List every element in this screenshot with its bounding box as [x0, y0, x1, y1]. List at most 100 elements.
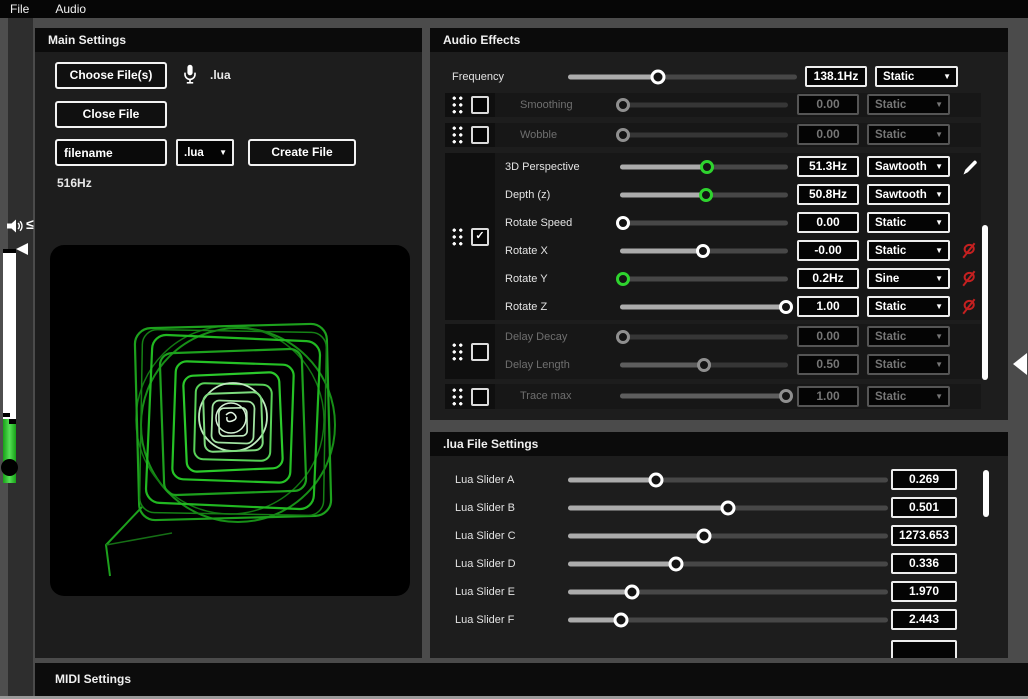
- effect-type-select[interactable]: Static ▼: [867, 326, 950, 347]
- midi-settings-panel[interactable]: MIDI Settings: [35, 663, 1028, 696]
- lua-slider[interactable]: [568, 590, 888, 595]
- effect-value-box[interactable]: 0.2Hz: [797, 268, 859, 289]
- create-file-button[interactable]: Create File: [248, 139, 356, 166]
- file-extension-select[interactable]: .lua ▼: [176, 139, 234, 166]
- lua-slider-row: Lua Slider B 0.501: [430, 494, 1008, 522]
- effect-value-box[interactable]: 0.00: [797, 94, 859, 115]
- effect-row: Smoothing 0.00 Static ▼: [445, 91, 981, 119]
- effect-slider[interactable]: [620, 334, 788, 339]
- effect-type-select[interactable]: Static ▼: [867, 240, 950, 261]
- effect-slider-thumb[interactable]: [779, 389, 793, 403]
- effect-type-select[interactable]: Static ▼: [867, 124, 950, 145]
- microphone-icon[interactable]: [183, 64, 197, 85]
- lua-slider-label: Lua Slider C: [455, 530, 516, 542]
- effect-slider-thumb[interactable]: [779, 300, 793, 314]
- frequency-type-value: Static: [883, 71, 914, 83]
- effect-label: Smoothing: [520, 99, 573, 111]
- lua-slider-value-box[interactable]: 2.443: [891, 609, 957, 630]
- frequency-label: Frequency: [452, 71, 504, 83]
- effects-scrollbar[interactable]: [982, 225, 988, 380]
- effect-type-select[interactable]: Static ▼: [867, 296, 950, 317]
- effect-slider-thumb[interactable]: [616, 98, 630, 112]
- lua-slider[interactable]: [568, 562, 888, 567]
- chevron-down-icon: ▼: [935, 219, 943, 227]
- effect-type-select[interactable]: Static ▼: [867, 212, 950, 233]
- effect-label: Rotate Y: [505, 273, 548, 285]
- effect-value-box[interactable]: 0.00: [797, 124, 859, 145]
- effect-type-select[interactable]: Static ▼: [867, 354, 950, 375]
- effect-type-select[interactable]: Sawtooth ▼: [867, 184, 950, 205]
- effect-value-box[interactable]: 50.8Hz: [797, 184, 859, 205]
- effect-slider-thumb[interactable]: [616, 330, 630, 344]
- effect-slider-thumb[interactable]: [697, 358, 711, 372]
- effect-value-box[interactable]: 1.00: [797, 386, 859, 407]
- lua-slider-value-box[interactable]: 0.269: [891, 469, 957, 490]
- effect-value-box[interactable]: -0.00: [797, 240, 859, 261]
- lua-slider[interactable]: [568, 478, 888, 483]
- close-file-button[interactable]: Close File: [55, 101, 167, 128]
- lua-slider-thumb[interactable]: [613, 613, 628, 628]
- effect-slider-thumb[interactable]: [696, 244, 710, 258]
- lua-slider-row: Lua Slider A 0.269: [430, 466, 1008, 494]
- effect-slider-thumb[interactable]: [616, 128, 630, 142]
- effect-type-select[interactable]: Static ▼: [867, 386, 950, 407]
- volume-meter-track[interactable]: [3, 249, 16, 419]
- lua-slider-thumb[interactable]: [625, 585, 640, 600]
- lua-slider[interactable]: [568, 534, 888, 539]
- effect-slider[interactable]: [620, 277, 788, 282]
- lua-slider-value-box[interactable]: 0.501: [891, 497, 957, 518]
- lua-file-settings-panel: .lua File Settings Lua Slider A 0.269 Lu…: [430, 432, 1008, 658]
- lua-slider-row: Lua Slider D 0.336: [430, 550, 1008, 578]
- effect-block-wobble: Wobble 0.00 Static ▼: [445, 123, 981, 147]
- effect-slider-thumb[interactable]: [616, 216, 630, 230]
- choose-file-button[interactable]: Choose File(s): [55, 62, 167, 89]
- volume-slider-thumb[interactable]: [1, 459, 18, 476]
- frequency-type-select[interactable]: Static ▼: [875, 66, 958, 87]
- frequency-slider[interactable]: [568, 75, 797, 80]
- effect-type-select[interactable]: Sawtooth ▼: [867, 156, 950, 177]
- effect-value-box[interactable]: 51.3Hz: [797, 156, 859, 177]
- effect-slider[interactable]: [620, 394, 788, 399]
- lua-slider-thumb[interactable]: [649, 473, 664, 488]
- lua-slider-value-box[interactable]: 1.970: [891, 581, 957, 602]
- edit-pencil-icon[interactable]: [962, 159, 978, 176]
- menu-file[interactable]: File: [10, 2, 29, 16]
- lua-slider-thumb[interactable]: [697, 529, 712, 544]
- effect-row: Rotate Y 0.2Hz Sine ▼: [445, 265, 981, 293]
- filename-input[interactable]: [55, 139, 167, 166]
- spin-animation-icon[interactable]: [962, 270, 977, 287]
- menu-audio[interactable]: Audio: [55, 2, 86, 16]
- effect-type-value: Static: [875, 331, 906, 343]
- effect-slider[interactable]: [620, 305, 788, 310]
- effect-slider-thumb[interactable]: [700, 160, 714, 174]
- effect-value-box[interactable]: 0.00: [797, 326, 859, 347]
- effect-slider-thumb[interactable]: [616, 272, 630, 286]
- lua-slider-thumb[interactable]: [668, 557, 683, 572]
- volume-marker-icon[interactable]: [16, 243, 28, 255]
- spin-animation-icon[interactable]: [962, 242, 977, 259]
- effect-slider[interactable]: [620, 221, 788, 226]
- lua-scrollbar[interactable]: [983, 470, 989, 517]
- effect-slider[interactable]: [620, 103, 788, 108]
- frequency-row: Frequency 138.1Hz Static ▼: [430, 63, 1008, 91]
- effect-value-box[interactable]: 0.50: [797, 354, 859, 375]
- audio-effects-title: Audio Effects: [443, 33, 520, 47]
- speaker-icon: [7, 219, 26, 233]
- frequency-slider-thumb[interactable]: [651, 70, 666, 85]
- effect-slider-thumb[interactable]: [699, 188, 713, 202]
- lua-slider-row: Lua Slider E 1.970: [430, 578, 1008, 606]
- effect-type-select[interactable]: Sine ▼: [867, 268, 950, 289]
- chevron-down-icon: ▼: [935, 101, 943, 109]
- frequency-value-box[interactable]: 138.1Hz: [805, 66, 867, 87]
- effect-slider[interactable]: [620, 133, 788, 138]
- panel-collapse-arrow-icon[interactable]: [1013, 353, 1027, 375]
- lua-slider-value-box[interactable]: 1273.653: [891, 525, 957, 546]
- lua-slider-value-box[interactable]: 0.336: [891, 553, 957, 574]
- chevron-down-icon: ▼: [935, 361, 943, 369]
- main-settings-panel: Main Settings Choose File(s) .lua Close …: [35, 28, 422, 658]
- lua-slider-thumb[interactable]: [721, 501, 736, 516]
- effect-type-select[interactable]: Static ▼: [867, 94, 950, 115]
- spin-animation-icon[interactable]: [962, 298, 977, 315]
- effect-value-box[interactable]: 1.00: [797, 296, 859, 317]
- effect-value-box[interactable]: 0.00: [797, 212, 859, 233]
